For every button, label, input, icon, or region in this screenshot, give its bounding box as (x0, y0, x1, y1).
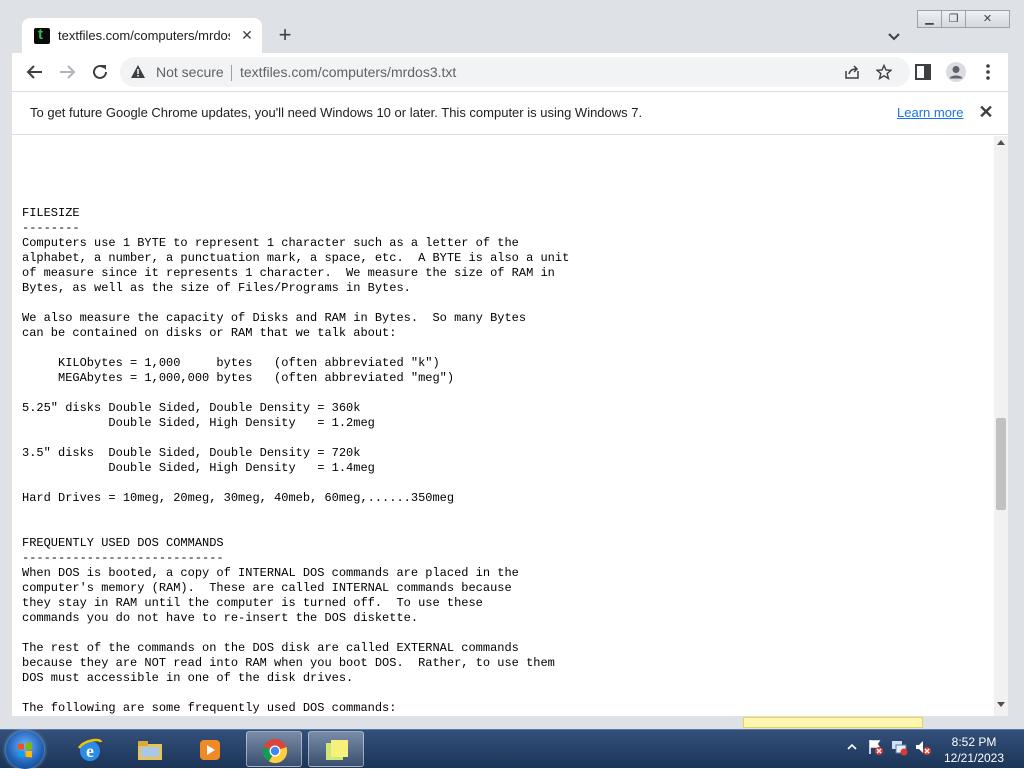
text-line: DOS must accessible in one of the disk d… (22, 671, 354, 685)
windows-taskbar: e 8:52 PM 12/21/2023 (0, 729, 1024, 769)
scroll-up-arrow-icon[interactable] (997, 140, 1005, 145)
bookmark-star-icon[interactable] (876, 64, 892, 80)
page-content: FILESIZE -------- Computers use 1 BYTE to … (12, 136, 994, 716)
menu-kebab-icon[interactable] (977, 61, 999, 83)
text-line: FREQUENTLY USED DOS COMMANDS (22, 536, 224, 550)
text-line: The following are some frequently used D… (22, 701, 397, 715)
windows-logo-icon (18, 742, 32, 758)
text-line (22, 431, 569, 446)
maximize-button[interactable]: ❐ (941, 10, 966, 28)
text-line: alphabet, a number, a punctuation mark, … (22, 251, 570, 265)
clock-date: 12/21/2023 (943, 751, 1005, 765)
network-icon[interactable] (890, 738, 908, 756)
text-line: 5.25" disks Double Sided, Double Density… (22, 401, 361, 415)
text-line: ---------------------------- (22, 551, 224, 565)
close-window-button[interactable]: ✕ (965, 10, 1010, 28)
text-line (22, 296, 569, 311)
text-line: because they are NOT read into RAM when … (22, 656, 555, 670)
text-line: Bytes, as well as the size of Files/Prog… (22, 281, 411, 295)
taskbar-internet-explorer[interactable]: e (62, 731, 118, 767)
system-clock[interactable]: 8:52 PM 12/21/2023 (932, 734, 1016, 766)
text-line (22, 386, 569, 401)
text-line: The rest of the commands on the DOS disk… (22, 641, 519, 655)
text-line (22, 341, 569, 356)
text-line: KILObytes = 1,000 bytes (often abbreviat… (22, 356, 440, 370)
learn-more-link[interactable]: Learn more (897, 105, 963, 120)
taskbar-media-player[interactable] (182, 731, 238, 767)
infobar-close-icon[interactable]: ✕ (976, 102, 996, 122)
warning-triangle-icon[interactable] (130, 64, 146, 80)
window-frame-left (0, 53, 12, 729)
infobar-message: To get future Google Chrome updates, you… (30, 105, 643, 120)
volume-muted-icon[interactable] (914, 738, 932, 756)
address-bar[interactable]: Not secure textfiles.com/computers/mrdos… (120, 57, 910, 87)
text-line: When DOS is booted, a copy of INTERNAL D… (22, 566, 519, 580)
minimize-button[interactable]: ▁ (917, 10, 942, 28)
back-arrow-icon[interactable] (24, 61, 46, 83)
text-line: commands you do not have to re-insert th… (22, 611, 419, 625)
tab-title: textfiles.com/computers/mrdos3 (58, 28, 230, 43)
text-line: can be contained on disks or RAM that we… (22, 326, 397, 340)
text-line: they stay in RAM until the computer is t… (22, 596, 483, 610)
text-line (22, 521, 569, 536)
url-text[interactable]: textfiles.com/computers/mrdos3.txt (240, 64, 456, 80)
horizontal-scroll-highlight (743, 717, 923, 728)
show-hidden-icons-arrow-icon[interactable] (843, 738, 861, 756)
omnibox-separator (231, 65, 232, 81)
scroll-down-arrow-icon[interactable] (997, 702, 1005, 707)
browser-tab[interactable]: textfiles.com/computers/mrdos3 ✕ (22, 18, 262, 53)
text-line: Double Sided, High Density = 1.2meg (22, 416, 375, 430)
text-line: computer's memory (RAM). These are calle… (22, 581, 512, 595)
vertical-scrollbar[interactable] (994, 136, 1008, 716)
text-document: FILESIZE -------- Computers use 1 BYTE to … (22, 206, 569, 716)
tab-search-chevron-icon[interactable] (884, 26, 904, 46)
browser-toolbar: Not secure textfiles.com/computers/mrdos… (0, 53, 1024, 91)
scrollbar-thumb[interactable] (996, 418, 1006, 510)
text-line (22, 506, 569, 521)
new-tab-icon[interactable]: + (274, 24, 296, 46)
action-center-flag-icon[interactable] (866, 738, 884, 756)
text-line: FILESIZE (22, 206, 80, 220)
internet-explorer-icon: e (77, 738, 103, 761)
tab-strip: textfiles.com/computers/mrdos3 ✕ + ▁ ❐ ✕ (0, 0, 1024, 53)
text-line (22, 476, 569, 491)
text-line: Computers use 1 BYTE to represent 1 char… (22, 236, 519, 250)
window-frame-right (1008, 53, 1024, 729)
text-line: We also measure the capacity of Disks an… (22, 311, 527, 325)
taskbar-sticky-notes[interactable] (308, 731, 364, 767)
text-line: -------- (22, 221, 80, 235)
text-line (22, 626, 569, 641)
chrome-icon (262, 739, 288, 764)
taskbar-windows-explorer[interactable] (122, 731, 178, 767)
text-line: 3.5" disks Double Sided, Double Density … (22, 446, 361, 460)
update-infobar: To get future Google Chrome updates, you… (12, 91, 1008, 135)
text-line: Hard Drives = 10meg, 20meg, 30meg, 40meb… (22, 491, 455, 505)
forward-arrow-icon[interactable] (56, 61, 78, 83)
text-line: Double Sided, High Density = 1.4meg (22, 461, 375, 475)
profile-avatar-icon[interactable] (945, 61, 967, 83)
start-button[interactable] (6, 731, 44, 769)
text-line (22, 686, 569, 701)
text-line: MEGAbytes = 1,000,000 bytes (often abbre… (22, 371, 455, 385)
folder-icon (138, 741, 162, 760)
text-line: of measure since it represents 1 charact… (22, 266, 555, 280)
side-panel-icon[interactable] (912, 61, 934, 83)
sticky-notes-icon (326, 740, 348, 760)
security-status-label[interactable]: Not secure (156, 64, 224, 80)
media-player-icon (200, 740, 220, 760)
svg-text:e: e (86, 741, 94, 761)
share-icon[interactable] (844, 64, 860, 80)
reload-icon[interactable] (89, 61, 111, 83)
clock-time: 8:52 PM (951, 735, 997, 749)
tab-close-icon[interactable]: ✕ (238, 26, 256, 44)
textfiles-favicon-icon (34, 26, 50, 44)
taskbar-google-chrome[interactable] (246, 731, 302, 767)
